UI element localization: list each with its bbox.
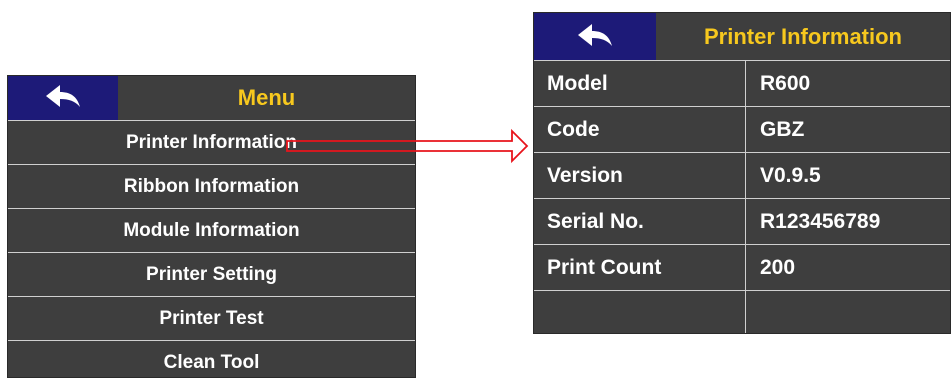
- info-row-empty: [534, 291, 950, 333]
- menu-item-printer-information[interactable]: Printer Information: [8, 121, 415, 165]
- info-row-model: Model R600: [534, 61, 950, 107]
- info-value: R600: [760, 71, 811, 95]
- menu-item-printer-test[interactable]: Printer Test: [8, 297, 415, 341]
- menu-item-clean-tool[interactable]: Clean Tool: [8, 341, 415, 377]
- printer-info-table: Model R600 Code GBZ Version V0.9.5 Seria…: [534, 61, 950, 333]
- printer-info-title: Printer Information: [703, 23, 902, 49]
- back-arrow-icon: [578, 23, 612, 46]
- menu-header: Menu: [8, 76, 415, 121]
- info-row-version: Version V0.9.5: [534, 153, 950, 199]
- menu-item-module-information[interactable]: Module Information: [8, 209, 415, 253]
- info-row-serial-no: Serial No. R123456789: [534, 199, 950, 245]
- info-label: Print Count: [534, 245, 746, 290]
- info-value: GBZ: [760, 117, 805, 141]
- info-label: Serial No.: [534, 199, 746, 244]
- info-label: Version: [534, 153, 746, 198]
- menu-item-printer-setting[interactable]: Printer Setting: [8, 253, 415, 297]
- menu-back-button[interactable]: [8, 76, 118, 120]
- info-value: R123456789: [760, 209, 881, 233]
- printer-info-screen: Printer Information Model R600 Code GBZ …: [533, 12, 951, 334]
- info-value: V0.9.5: [760, 163, 821, 187]
- info-row-code: Code GBZ: [534, 107, 950, 153]
- info-label: [534, 291, 746, 333]
- menu-screen: Menu Printer Information Ribbon Informat…: [7, 75, 416, 378]
- info-label: Model: [534, 61, 746, 106]
- printer-info-back-button[interactable]: [534, 13, 656, 60]
- menu-item-ribbon-information[interactable]: Ribbon Information: [8, 165, 415, 209]
- info-value: [746, 291, 950, 333]
- back-arrow-icon: [46, 85, 80, 107]
- info-label: Code: [534, 107, 746, 152]
- menu-title: Menu: [237, 85, 296, 110]
- info-value: 200: [760, 255, 796, 279]
- menu-list: Printer Information Ribbon Information M…: [8, 121, 415, 377]
- printer-info-header: Printer Information: [534, 13, 950, 61]
- info-row-print-count: Print Count 200: [534, 245, 950, 291]
